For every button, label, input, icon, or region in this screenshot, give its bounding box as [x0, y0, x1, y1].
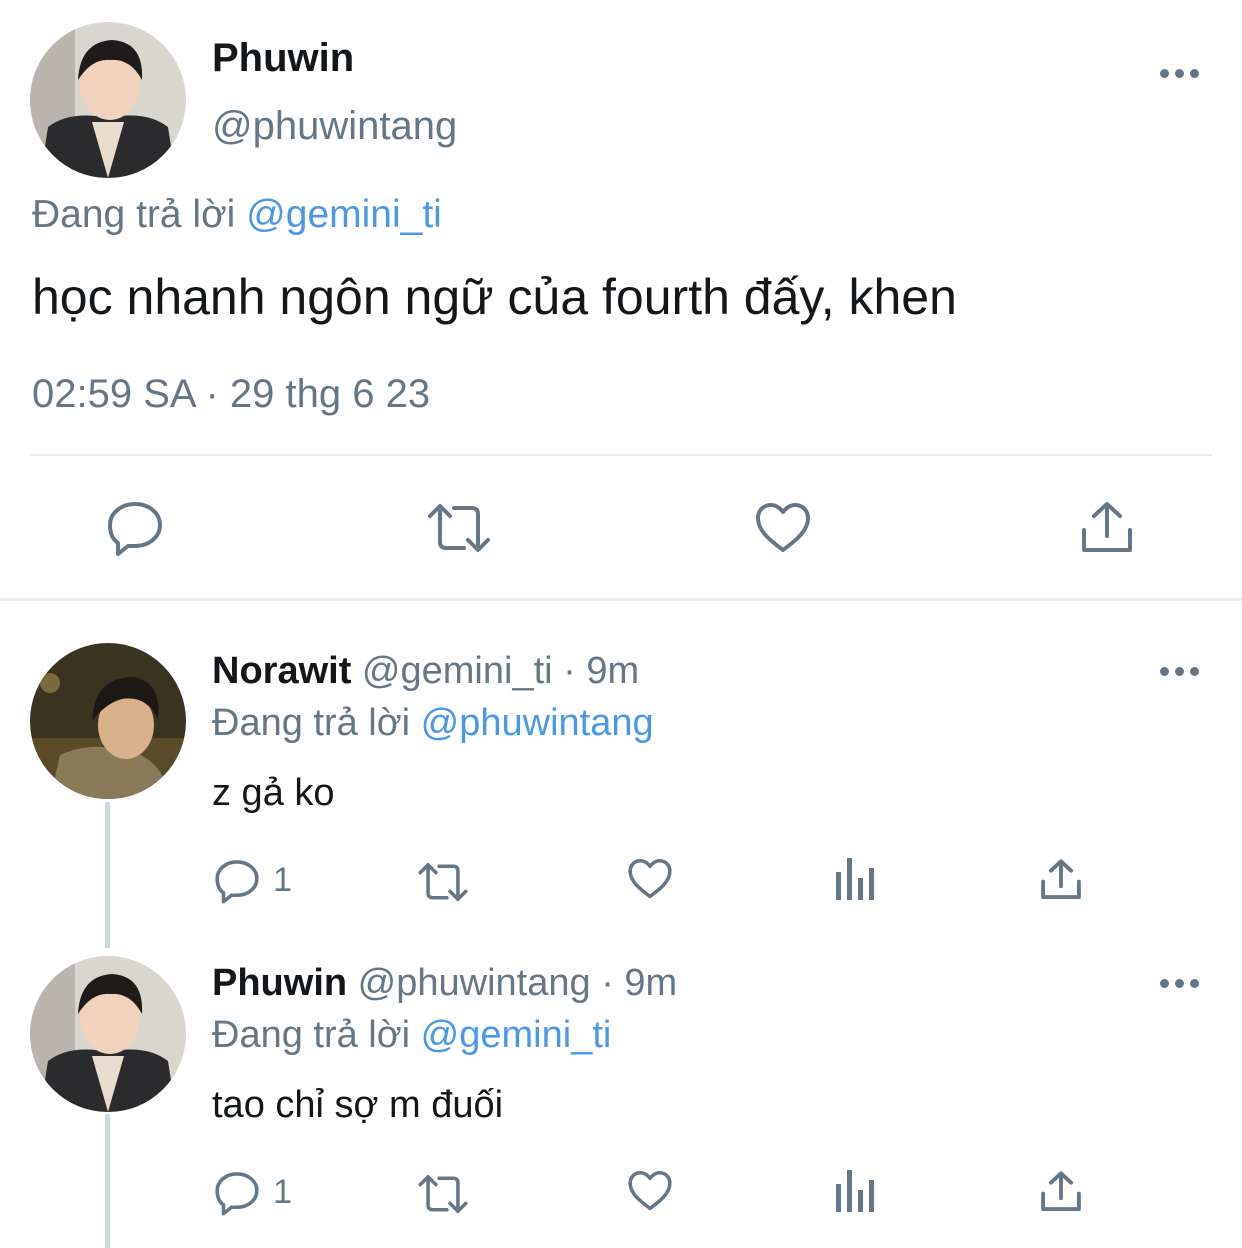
reply-icon[interactable]: [214, 1170, 260, 1216]
like-icon[interactable]: [754, 502, 812, 554]
more-icon[interactable]: [1160, 664, 1200, 676]
analytics-icon[interactable]: [836, 1170, 876, 1212]
reply-avatar[interactable]: [30, 643, 186, 799]
replying-to-link[interactable]: @phuwintang: [421, 702, 654, 744]
like-icon[interactable]: [627, 858, 673, 900]
more-icon[interactable]: [1160, 976, 1200, 988]
main-handle[interactable]: @phuwintang: [212, 104, 457, 149]
reply-header: Norawit @gemini_ti · 9m: [212, 650, 639, 693]
share-icon[interactable]: [1040, 1170, 1082, 1214]
share-icon[interactable]: [1040, 858, 1082, 902]
replying-prefix: Đang trả lời: [212, 1014, 411, 1056]
like-icon[interactable]: [627, 1170, 673, 1212]
reply-avatar[interactable]: [30, 956, 186, 1112]
reply-handle[interactable]: @gemini_ti: [362, 650, 553, 692]
main-replying-line: Đang trả lời @gemini_ti: [32, 193, 442, 237]
main-timestamp[interactable]: 02:59 SA · 29 thg 6 23: [32, 372, 430, 417]
section-divider: [0, 598, 1242, 601]
thread-line: [105, 802, 110, 948]
main-tweet-text: học nhanh ngôn ngữ của fourth đấy, khen: [32, 269, 957, 325]
reply-count: 1: [273, 861, 292, 899]
reply-display-name[interactable]: Norawit: [212, 650, 351, 692]
replying-prefix: Đang trả lời: [212, 702, 411, 744]
thread-line: [105, 1114, 110, 1248]
reply-replying-line: Đang trả lời @gemini_ti: [212, 1014, 611, 1057]
analytics-icon[interactable]: [836, 858, 876, 900]
reply-icon[interactable]: [106, 499, 164, 557]
more-icon[interactable]: [1160, 66, 1200, 78]
retweet-icon[interactable]: [416, 860, 470, 904]
retweet-icon[interactable]: [416, 1172, 470, 1216]
main-display-name[interactable]: Phuwin: [212, 36, 354, 81]
reply-time[interactable]: · 9m: [563, 650, 639, 692]
reply-handle[interactable]: @phuwintang: [358, 962, 591, 1004]
reply-display-name[interactable]: Phuwin: [212, 962, 347, 1004]
reply-header: Phuwin @phuwintang · 9m: [212, 962, 677, 1005]
reply-count: 1: [273, 1173, 292, 1211]
retweet-icon[interactable]: [426, 500, 492, 556]
reply-text: tao chỉ sợ m đuối: [212, 1084, 504, 1126]
share-icon[interactable]: [1080, 500, 1134, 556]
divider: [30, 454, 1212, 456]
reply-text: z gả ko: [212, 772, 335, 814]
main-avatar[interactable]: [30, 22, 186, 178]
replying-to-link[interactable]: @gemini_ti: [246, 193, 442, 236]
reply-replying-line: Đang trả lời @phuwintang: [212, 702, 654, 745]
replying-prefix: Đang trả lời: [32, 193, 236, 236]
reply-icon[interactable]: [214, 858, 260, 904]
reply-time[interactable]: · 9m: [601, 962, 677, 1004]
replying-to-link[interactable]: @gemini_ti: [421, 1014, 612, 1056]
